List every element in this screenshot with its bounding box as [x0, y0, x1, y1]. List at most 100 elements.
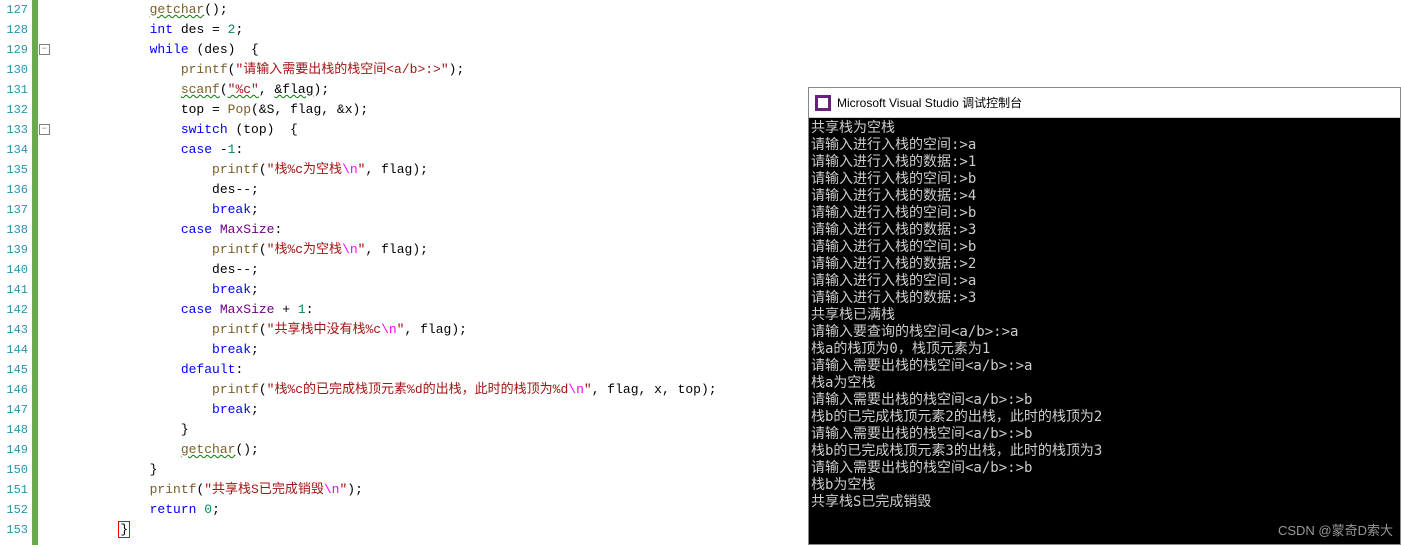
line-number: 143: [0, 320, 28, 340]
line-number: 146: [0, 380, 28, 400]
fold-toggle-icon[interactable]: −: [39, 44, 50, 55]
code-line[interactable]: getchar();: [56, 0, 805, 20]
code-line[interactable]: break;: [56, 400, 805, 420]
code-line[interactable]: break;: [56, 340, 805, 360]
code-line[interactable]: int des = 2;: [56, 20, 805, 40]
code-token: ,: [592, 382, 608, 397]
code-token: ) {: [228, 42, 259, 57]
code-line[interactable]: printf("栈%c的已完成栈顶元素%d的出栈，此时的栈顶为%d\n", fl…: [56, 380, 805, 400]
code-token: printf: [181, 62, 228, 77]
line-number: 130: [0, 60, 28, 80]
code-token: MaxSize: [220, 222, 275, 237]
code-area[interactable]: getchar(); int des = 2; while (des) { pr…: [52, 0, 805, 545]
line-number: 151: [0, 480, 28, 500]
line-number: 129: [0, 40, 28, 60]
code-line[interactable]: return 0;: [56, 500, 805, 520]
code-token: ;: [251, 342, 259, 357]
line-number: 127: [0, 0, 28, 20]
code-token: ): [347, 482, 355, 497]
code-token: top: [181, 102, 204, 117]
code-line[interactable]: getchar();: [56, 440, 805, 460]
code-editor[interactable]: 1271281291301311321331341351361371381391…: [0, 0, 805, 545]
code-token: --;: [235, 262, 258, 277]
console-line: 请输入需要出栈的栈空间<a/b>:>b: [811, 426, 1398, 443]
code-token: getchar: [150, 2, 205, 17]
code-token: case: [181, 222, 212, 237]
code-line[interactable]: case -1:: [56, 140, 805, 160]
line-number: 139: [0, 240, 28, 260]
code-token: :: [306, 302, 314, 317]
code-line[interactable]: switch (top) {: [56, 120, 805, 140]
code-token: 0: [204, 502, 212, 517]
code-token: (: [259, 322, 267, 337]
console-line: 栈a为空栈: [811, 375, 1398, 392]
code-line[interactable]: printf("共享栈S已完成销毁\n");: [56, 480, 805, 500]
console-line: 栈b的已完成栈顶元素3的出栈，此时的栈顶为3: [811, 443, 1398, 460]
code-token: (: [220, 82, 228, 97]
code-line[interactable]: while (des) {: [56, 40, 805, 60]
fold-toggle-icon[interactable]: −: [39, 124, 50, 135]
console-titlebar[interactable]: Microsoft Visual Studio 调试控制台: [809, 88, 1400, 118]
code-line[interactable]: }: [56, 460, 805, 480]
code-token: [212, 222, 220, 237]
code-token: ;: [235, 22, 243, 37]
code-line[interactable]: case MaxSize + 1:: [56, 300, 805, 320]
console-line: 请输入进行入栈的数据:>3: [811, 290, 1398, 307]
code-token: ,: [662, 382, 678, 397]
code-line[interactable]: top = Pop(&S, flag, &x);: [56, 100, 805, 120]
line-number: 153: [0, 520, 28, 540]
code-line[interactable]: printf("共享栈中没有栈%c\n", flag);: [56, 320, 805, 340]
code-token: "栈%c为空栈: [267, 162, 342, 177]
code-token: top: [678, 382, 701, 397]
line-number: 137: [0, 200, 28, 220]
code-token: ,: [639, 382, 655, 397]
line-number: 147: [0, 400, 28, 420]
code-token: ): [412, 242, 420, 257]
code-line[interactable]: des--;: [56, 260, 805, 280]
code-token: (): [235, 442, 251, 457]
code-token: --;: [235, 182, 258, 197]
code-token: &flag: [274, 82, 313, 97]
code-token: flag: [381, 242, 412, 257]
code-token: flag: [420, 322, 451, 337]
code-token: ;: [456, 62, 464, 77]
console-line: 栈a的栈顶为0，栈顶元素为1: [811, 341, 1398, 358]
console-output[interactable]: 共享栈为空栈请输入进行入栈的空间:>a请输入进行入栈的数据:>1请输入进行入栈的…: [809, 118, 1400, 544]
code-line[interactable]: des--;: [56, 180, 805, 200]
code-token: flag: [290, 102, 321, 117]
line-number: 144: [0, 340, 28, 360]
console-line: 请输入需要出栈的栈空间<a/b>:>b: [811, 460, 1398, 477]
fold-column[interactable]: −−: [38, 0, 52, 545]
code-token: des: [212, 262, 235, 277]
code-line[interactable]: printf("栈%c为空栈\n", flag);: [56, 240, 805, 260]
console-line: 共享栈为空栈: [811, 120, 1398, 137]
code-token: int: [150, 22, 181, 37]
console-line: 请输入进行入栈的空间:>b: [811, 205, 1398, 222]
code-line[interactable]: break;: [56, 200, 805, 220]
code-line[interactable]: case MaxSize:: [56, 220, 805, 240]
console-line: 栈b为空栈: [811, 477, 1398, 494]
code-token: "栈%c的已完成栈顶元素%d的出栈，此时的栈顶为%d: [267, 382, 569, 397]
console-line: 栈b的已完成栈顶元素2的出栈，此时的栈顶为2: [811, 409, 1398, 426]
console-line: 请输入进行入栈的数据:>2: [811, 256, 1398, 273]
code-token: ;: [420, 162, 428, 177]
code-token: }: [181, 422, 189, 437]
code-token: printf: [212, 242, 259, 257]
code-line[interactable]: break;: [56, 280, 805, 300]
code-line[interactable]: }: [56, 420, 805, 440]
code-line[interactable]: printf("请输入需要出栈的栈空间<a/b>:>");: [56, 60, 805, 80]
code-token: default: [181, 362, 236, 377]
vs-icon: [815, 95, 831, 111]
code-line[interactable]: printf("栈%c为空栈\n", flag);: [56, 160, 805, 180]
code-line[interactable]: }: [56, 520, 805, 540]
code-token: switch: [181, 122, 228, 137]
code-token: ,: [365, 242, 381, 257]
code-token: printf: [212, 322, 259, 337]
code-line[interactable]: scanf("%c", &flag);: [56, 80, 805, 100]
line-number: 138: [0, 220, 28, 240]
line-number: 141: [0, 280, 28, 300]
code-token: \n: [342, 242, 358, 257]
code-line[interactable]: default:: [56, 360, 805, 380]
code-token: flag: [381, 162, 412, 177]
code-token: \n: [568, 382, 584, 397]
